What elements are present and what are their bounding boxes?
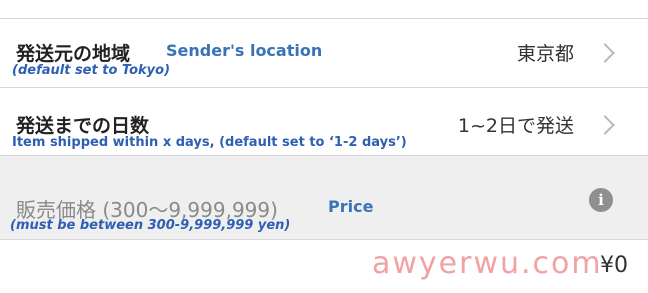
shipping-origin-value: 東京都 [516, 43, 574, 65]
shipping-origin-annotation-sub: (default set to Tokyo) [12, 63, 171, 78]
fee-value: ¥0 [600, 253, 628, 278]
price-annotation-sub: (must be between 300-9,999,999 yen) [10, 218, 291, 233]
shipping-days-value: 1~2日で発送 [457, 115, 574, 137]
watermark: awyerwu.com [372, 246, 603, 281]
info-icon[interactable]: i [589, 188, 613, 212]
shipping-origin-annotation: Sender's location [166, 41, 323, 60]
price-annotation: Price [328, 197, 374, 216]
chevron-right-icon [595, 115, 615, 135]
top-spacer [0, 0, 648, 18]
shipping-origin-row[interactable]: 発送元の地域 Sender's location (default set to… [0, 19, 648, 86]
price-input-row[interactable]: 販売価格 (300〜9,999,999) Price (must be betw… [0, 156, 648, 239]
shipping-days-annotation-sub: Item shipped within x days, (default set… [12, 135, 407, 150]
shipping-origin-label: 発送元の地域 [16, 43, 131, 65]
shipping-days-label: 発送までの日数 [16, 115, 150, 137]
shipping-days-row[interactable]: 発送までの日数 Item shipped within x days, (def… [0, 88, 648, 155]
chevron-right-icon [595, 43, 615, 63]
